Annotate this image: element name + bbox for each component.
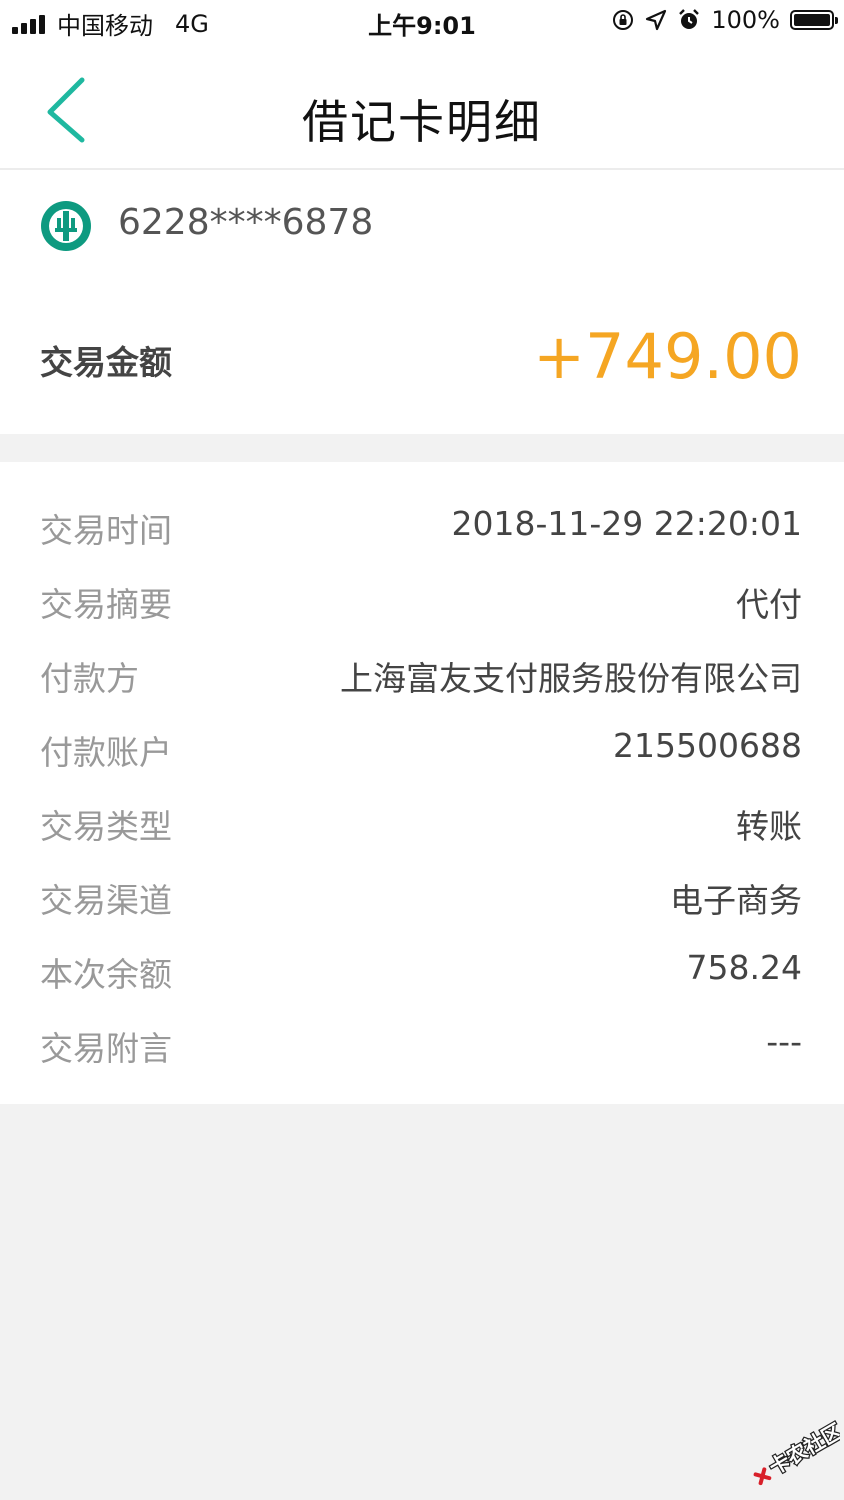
watermark-logo: 卡农社区: [753, 1417, 840, 1486]
card-summary: 6228****6878 交易金额 +749.00: [0, 170, 844, 434]
status-bar: 中国移动 4G 上午9:01 100%: [0, 0, 844, 44]
detail-label: 交易附言: [40, 1029, 172, 1068]
detail-label: 交易渠道: [40, 881, 172, 920]
detail-value: 758.24: [686, 948, 802, 987]
battery-icon: [790, 10, 838, 30]
detail-row-type: 交易类型 转账: [0, 786, 844, 860]
transaction-details: 交易时间 2018-11-29 22:20:01 交易摘要 代付 付款方 上海富…: [0, 462, 844, 1104]
detail-value: 转账: [736, 807, 802, 846]
location-arrow-icon: [646, 9, 667, 31]
watermark-text: 卡农社区: [765, 1419, 840, 1480]
detail-value: 上海富友支付服务股份有限公司: [340, 659, 802, 698]
detail-label: 付款方: [40, 659, 139, 698]
status-right: 100%: [611, 6, 838, 34]
alarm-clock-icon: [679, 9, 700, 29]
detail-label: 付款账户: [40, 733, 172, 772]
detail-value: 2018-11-29 22:20:01: [451, 504, 802, 543]
detail-value: 代付: [736, 585, 802, 624]
detail-label: 本次余额: [40, 955, 172, 994]
abc-bank-logo-icon: [41, 201, 91, 251]
amount-label: 交易金额: [40, 343, 172, 382]
card-number: 6228****6878: [118, 202, 374, 243]
battery-percent: 100%: [711, 6, 780, 34]
page-title: 借记卡明细: [302, 95, 542, 149]
detail-value: 电子商务: [670, 881, 802, 920]
detail-row-balance: 本次余额 758.24: [0, 934, 844, 1008]
orientation-lock-icon: [613, 10, 634, 30]
detail-row-summary: 交易摘要 代付: [0, 564, 844, 638]
detail-label: 交易类型: [40, 807, 172, 846]
detail-label: 交易摘要: [40, 585, 172, 624]
navigation-bar: 借记卡明细: [0, 44, 844, 170]
detail-value: 215500688: [613, 726, 802, 765]
detail-row-channel: 交易渠道 电子商务: [0, 860, 844, 934]
detail-value: ---: [766, 1022, 802, 1061]
detail-label: 交易时间: [40, 511, 172, 550]
detail-row-payer-account: 付款账户 215500688: [0, 712, 844, 786]
detail-row-payer: 付款方 上海富友支付服务股份有限公司: [0, 638, 844, 712]
amount-value: +749.00: [533, 320, 802, 393]
detail-row-time: 交易时间 2018-11-29 22:20:01: [0, 490, 844, 564]
detail-row-note: 交易附言 ---: [0, 1008, 844, 1082]
